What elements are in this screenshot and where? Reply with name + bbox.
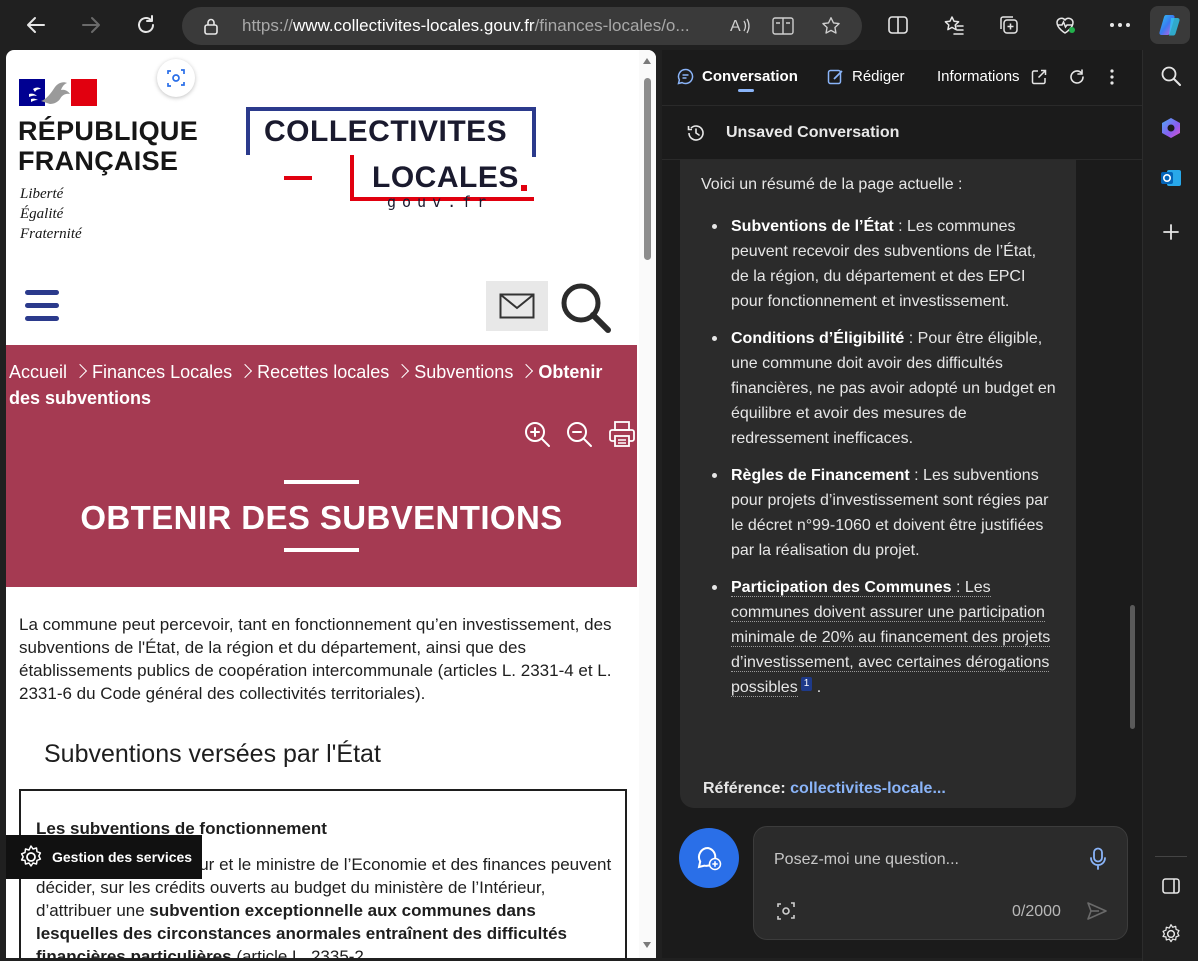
collectivites-locales-logo[interactable]: COLLECTIVITES LOCALES gouv.fr xyxy=(242,105,540,223)
lock-icon[interactable] xyxy=(202,17,220,35)
forward-arrow-icon[interactable] xyxy=(74,8,108,42)
reference-link[interactable]: collectivites-locale... xyxy=(790,780,946,797)
scroll-thumb[interactable] xyxy=(644,78,651,260)
active-tab-indicator xyxy=(738,89,754,92)
refresh-icon[interactable] xyxy=(129,8,163,42)
list-item: Subventions de l’État : Les communes peu… xyxy=(680,214,1076,314)
refresh-icon[interactable] xyxy=(1068,68,1086,86)
gestion-des-services-button[interactable]: Gestion des services xyxy=(6,835,202,879)
tab-rediger[interactable]: Rédiger xyxy=(827,68,905,85)
svg-text:A: A xyxy=(730,18,741,35)
page-title: OBTENIR DES SUBVENTIONS xyxy=(80,499,563,536)
favorite-star-icon[interactable] xyxy=(820,15,842,37)
citation-badge[interactable]: 1 xyxy=(800,677,813,691)
reference: Référence: collectivites-locale... xyxy=(703,780,946,797)
zoom-in-icon[interactable] xyxy=(523,420,551,448)
conversation-title: Unsaved Conversation xyxy=(726,124,900,141)
print-icon[interactable] xyxy=(608,420,636,448)
compose-icon xyxy=(827,68,844,85)
copilot-pane: Conversation Rédiger Informations Unsave… xyxy=(662,50,1142,958)
title-rule-bottom xyxy=(284,548,359,552)
zoom-out-icon[interactable] xyxy=(565,420,593,448)
intro-paragraph: La commune peut percevoir, tant en fonct… xyxy=(19,615,612,703)
back-arrow-icon[interactable] xyxy=(19,8,53,42)
copilot-scroll-thumb[interactable] xyxy=(1130,605,1135,729)
url-text[interactable]: https://www.collectivites-locales.gouv.f… xyxy=(242,16,712,36)
copilot-icon[interactable] xyxy=(1150,6,1190,44)
browser-essentials-icon[interactable] xyxy=(1048,8,1082,42)
add-icon[interactable] xyxy=(1157,218,1185,246)
address-bar[interactable]: https://www.collectivites-locales.gouv.f… xyxy=(182,7,862,45)
collections-icon[interactable] xyxy=(992,8,1026,42)
read-aloud-icon[interactable]: A xyxy=(730,16,752,36)
browser-toolbar: https://www.collectivites-locales.gouv.f… xyxy=(0,0,1198,50)
page-hero: Accueil Finances Locales Recettes locale… xyxy=(6,345,637,587)
search-icon[interactable] xyxy=(558,280,614,336)
list-item-cited[interactable]: Participation des Communes : Les commune… xyxy=(680,575,1076,700)
tab-conversation[interactable]: Conversation xyxy=(677,68,798,85)
section-title: Subventions versées par l'État xyxy=(44,740,381,768)
visual-search-icon[interactable] xyxy=(157,59,195,97)
chat-input[interactable]: Posez-moi une question... xyxy=(774,851,959,869)
split-screen-icon[interactable] xyxy=(881,8,915,42)
tab-informations[interactable]: Informations xyxy=(937,68,1020,85)
sidebar-rail xyxy=(1142,50,1198,961)
breadcrumb-item[interactable]: Subventions xyxy=(414,362,513,382)
new-topic-button[interactable] xyxy=(679,828,739,888)
more-vertical-icon[interactable] xyxy=(1109,68,1115,86)
gear-icon xyxy=(18,844,44,870)
scroll-down-arrow-icon[interactable] xyxy=(643,942,651,948)
menu-icon[interactable] xyxy=(25,290,59,322)
copilot-designer-icon[interactable] xyxy=(1157,114,1185,142)
copilot-tabs: Conversation Rédiger Informations xyxy=(662,50,1142,106)
hide-sidebar-icon[interactable] xyxy=(1157,872,1185,900)
search-icon[interactable] xyxy=(1157,62,1185,90)
motto: Liberté Égalité Fraternité xyxy=(20,186,82,242)
breadcrumb-item[interactable]: Recettes locales xyxy=(257,362,389,382)
microphone-icon[interactable] xyxy=(1089,847,1107,871)
scroll-up-arrow-icon[interactable] xyxy=(643,58,651,64)
summary-list: Subventions de l’État : Les communes peu… xyxy=(680,214,1076,712)
favorites-icon[interactable] xyxy=(937,8,971,42)
republique-francaise-text: RÉPUBLIQUE FRANÇAISE xyxy=(18,116,199,176)
more-options-icon[interactable] xyxy=(1103,8,1137,42)
conversation-header: Unsaved Conversation xyxy=(662,106,1142,160)
marianne-logo xyxy=(19,79,97,106)
outlook-icon[interactable] xyxy=(1157,164,1185,192)
screenshot-capture-icon[interactable] xyxy=(776,901,796,921)
mail-icon[interactable] xyxy=(486,281,548,331)
character-counter: 0/2000 xyxy=(1012,903,1061,920)
immersive-reader-icon[interactable] xyxy=(772,16,794,36)
open-external-icon[interactable] xyxy=(1030,68,1048,86)
breadcrumb-item[interactable]: Accueil xyxy=(9,362,67,382)
breadcrumb-item[interactable]: Finances Locales xyxy=(92,362,232,382)
web-page: RÉPUBLIQUE FRANÇAISE Liberté Égalité Fra… xyxy=(6,50,656,958)
list-item: Conditions d’Éligibilité : Pour être éli… xyxy=(680,326,1076,451)
settings-gear-icon[interactable] xyxy=(1157,920,1185,948)
title-rule-top xyxy=(284,480,359,484)
assistant-message: Voici un résumé de la page actuelle : Su… xyxy=(680,160,1076,808)
send-icon[interactable] xyxy=(1086,901,1108,921)
message-intro: Voici un résumé de la page actuelle : xyxy=(701,176,963,193)
breadcrumb: Accueil Finances Locales Recettes locale… xyxy=(9,359,637,411)
list-item: Règles de Financement : Les subventions … xyxy=(680,463,1076,563)
rail-divider xyxy=(1155,856,1187,857)
history-icon[interactable] xyxy=(686,123,706,143)
chat-input-box[interactable]: Posez-moi une question... 0/2000 xyxy=(753,826,1128,940)
page-scrollbar[interactable] xyxy=(639,50,656,958)
chat-bubble-icon xyxy=(677,68,694,85)
